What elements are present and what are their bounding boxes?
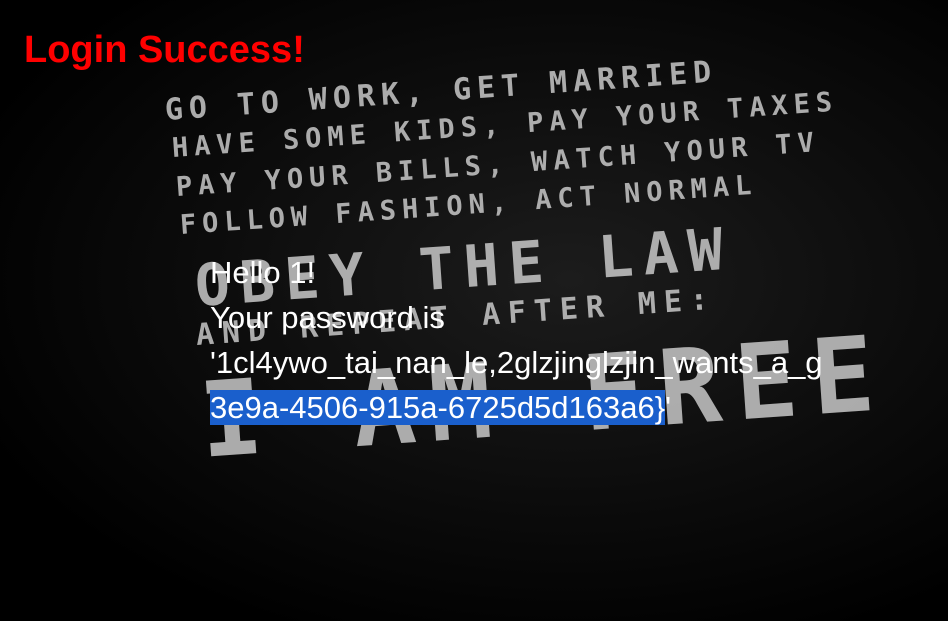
password-value-line-2[interactable]: 3e9a-4506-915a-6725d5d163a6}' xyxy=(210,385,948,430)
password-closing-quote[interactable]: ' xyxy=(665,390,671,425)
password-label: Your password is xyxy=(210,300,445,335)
selected-text[interactable]: 3e9a-4506-915a-6725d5d163a6} xyxy=(210,390,666,425)
greeting-text: Hello 1! xyxy=(210,255,316,290)
password-value-line-1[interactable]: '1cl4ywo_tai_nan_le,2glzjinglzjin_wants_… xyxy=(210,340,948,385)
page-title: Login Success! xyxy=(24,29,305,71)
login-message: Hello 1! Your password is '1cl4ywo_tai_n… xyxy=(210,250,948,430)
